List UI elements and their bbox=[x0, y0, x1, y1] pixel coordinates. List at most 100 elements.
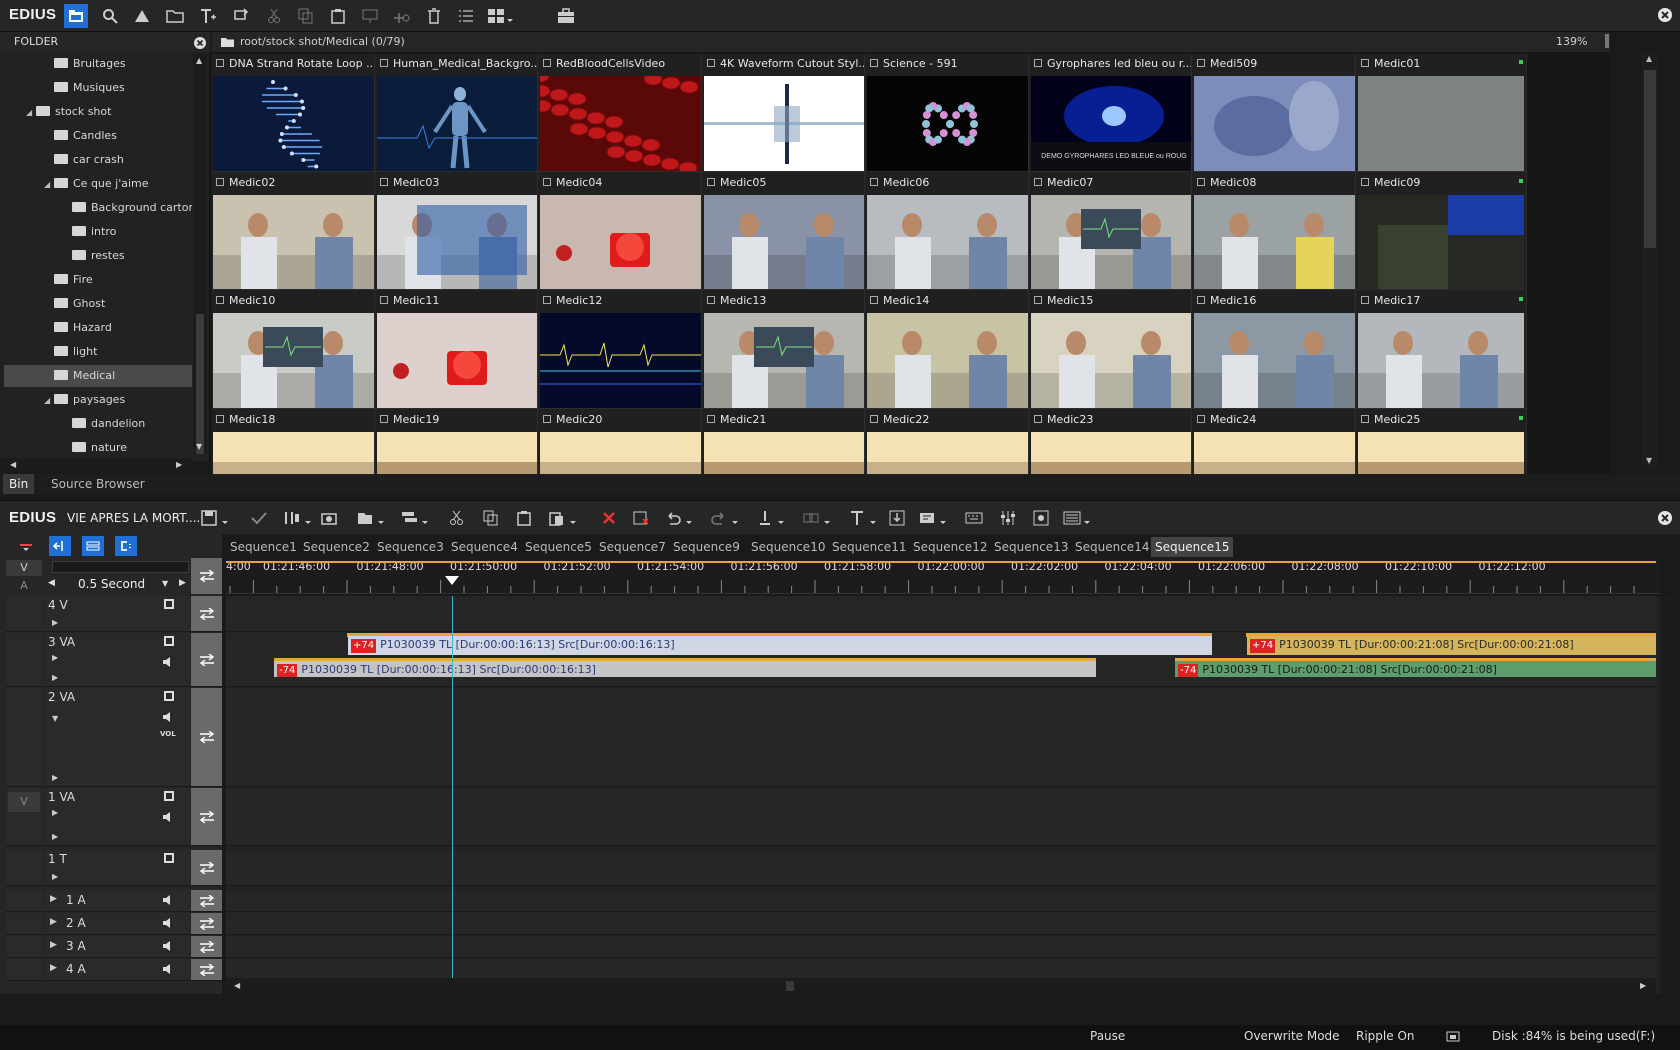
clip-item[interactable]: Medi509 bbox=[1191, 54, 1363, 177]
open-folder-icon[interactable] bbox=[163, 4, 187, 28]
tree-item-bruitages[interactable]: Bruitages bbox=[4, 53, 192, 75]
delete-clip-icon[interactable] bbox=[598, 506, 622, 530]
track-patch[interactable] bbox=[6, 596, 42, 632]
speaker-icon[interactable] bbox=[163, 964, 173, 974]
timeline-close-icon[interactable] bbox=[1656, 509, 1674, 527]
track-sync-button[interactable] bbox=[191, 633, 222, 687]
tree-item-ghost[interactable]: Ghost bbox=[4, 293, 192, 315]
tree-item-medical[interactable]: Medical bbox=[4, 365, 192, 387]
add-to-timeline-icon[interactable] bbox=[390, 4, 414, 28]
track-header-2a[interactable]: ▶ 2 A bbox=[44, 913, 190, 935]
patch-v-button[interactable]: V bbox=[6, 560, 42, 576]
tree-item-musiques[interactable]: Musiques bbox=[4, 77, 192, 99]
tab-sequence13[interactable]: Sequence13 bbox=[990, 537, 1072, 557]
clip-checkbox[interactable] bbox=[1361, 296, 1369, 304]
speaker-icon[interactable] bbox=[163, 918, 173, 928]
redo-icon[interactable] bbox=[710, 506, 740, 530]
timeline-copy-icon[interactable] bbox=[480, 506, 504, 530]
tree-scrollbar[interactable]: ▲ ▼ bbox=[193, 54, 207, 454]
track-header-1t[interactable]: 1 T ▶ bbox=[44, 850, 190, 886]
timeline-vscrollbar[interactable] bbox=[1660, 596, 1674, 994]
up-folder-icon[interactable] bbox=[130, 4, 154, 28]
clip-item[interactable]: Medic06 bbox=[864, 171, 1036, 296]
save-icon[interactable] bbox=[200, 506, 230, 530]
marker-icon[interactable] bbox=[756, 506, 786, 530]
track-collapse-icon[interactable] bbox=[14, 537, 38, 555]
tree-item-restes[interactable]: restes bbox=[4, 245, 192, 267]
expand-arrow-icon[interactable]: ◢ bbox=[44, 174, 54, 195]
tl-scroll-right-icon[interactable]: ▶ bbox=[1640, 981, 1646, 990]
lane-1t[interactable] bbox=[226, 850, 1656, 886]
folder-close-icon[interactable] bbox=[191, 34, 209, 52]
clip-checkbox[interactable] bbox=[543, 178, 551, 186]
playhead-line[interactable] bbox=[452, 596, 453, 994]
mixer-icon[interactable] bbox=[996, 506, 1020, 530]
clip-item[interactable]: Medic25 bbox=[1355, 408, 1527, 474]
clip-checkbox[interactable] bbox=[1197, 296, 1205, 304]
expand-icon[interactable]: ▶ bbox=[52, 773, 58, 782]
track-patch[interactable] bbox=[6, 850, 42, 886]
tree-item-paysages[interactable]: ◢ paysages bbox=[4, 389, 192, 411]
expand-arrow-icon[interactable]: ◢ bbox=[26, 102, 36, 123]
send-to-player-icon[interactable] bbox=[358, 4, 382, 28]
zoom-slider[interactable] bbox=[1605, 34, 1609, 48]
timeline-tracks[interactable]: +74 P1030039 TL [Dur:00:00:16:13] Src[Dur… bbox=[226, 596, 1660, 994]
expand-icon[interactable]: ▶ bbox=[50, 940, 57, 950]
clip-checkbox[interactable] bbox=[543, 296, 551, 304]
clip-checkbox[interactable] bbox=[1034, 178, 1042, 186]
clip-item[interactable]: Medic09 bbox=[1355, 171, 1527, 296]
clip-item[interactable]: Medic15 bbox=[1028, 289, 1200, 414]
track-patch[interactable] bbox=[6, 633, 42, 687]
track-sync-button[interactable] bbox=[191, 688, 222, 787]
scale-dropdown-icon[interactable]: ▼ bbox=[162, 579, 168, 588]
clip-item[interactable]: 4K Waveform Cutout Styl... bbox=[701, 54, 873, 177]
clip-item[interactable]: Medic19 bbox=[374, 408, 546, 474]
clip-checkbox[interactable] bbox=[380, 415, 388, 423]
tree-item-intro[interactable]: intro bbox=[4, 221, 192, 243]
speaker-icon[interactable] bbox=[163, 712, 173, 722]
clip-item[interactable]: Medic18 bbox=[212, 408, 382, 474]
timeline-clip-audio-1[interactable]: -74 P1030039 TL [Dur:00:00:16:13] Src[Dur… bbox=[274, 658, 1096, 677]
clip-item[interactable]: Medic16 bbox=[1191, 289, 1363, 414]
video-mute-icon[interactable] bbox=[164, 636, 174, 646]
clip-item[interactable]: Medic22 bbox=[864, 408, 1036, 474]
track-header-3a[interactable]: ▶ 3 A bbox=[44, 936, 190, 958]
ripple-delete-icon[interactable] bbox=[630, 506, 654, 530]
lane-1va[interactable] bbox=[226, 788, 1656, 846]
clip-checkbox[interactable] bbox=[216, 178, 224, 186]
scale-left-icon[interactable]: ◀ bbox=[48, 578, 55, 588]
track-sync-button[interactable] bbox=[191, 890, 222, 912]
tab-sequence12[interactable]: Sequence12 bbox=[909, 537, 991, 557]
scroll-right-icon[interactable]: ▶ bbox=[176, 460, 182, 469]
clip-item[interactable]: Medic12 bbox=[537, 289, 709, 414]
timeline-cut-icon[interactable] bbox=[446, 506, 470, 530]
folder-view-icon[interactable] bbox=[64, 4, 88, 28]
tl-scroll-left-icon[interactable]: ◀ bbox=[234, 981, 240, 990]
lane-3a[interactable] bbox=[226, 936, 1656, 958]
clip-scroll-up-icon[interactable]: ▲ bbox=[1646, 54, 1652, 63]
replace-icon[interactable] bbox=[229, 4, 253, 28]
expand-icon[interactable]: ▶ bbox=[52, 808, 58, 817]
clip-checkbox[interactable] bbox=[1361, 178, 1369, 186]
lane-1a[interactable] bbox=[226, 890, 1656, 912]
clip-item[interactable]: Medic08 bbox=[1191, 171, 1363, 296]
clip-item[interactable]: RedBloodCellsVideo bbox=[537, 54, 709, 177]
insert-mode-icon[interactable] bbox=[49, 536, 71, 556]
open-sequence-icon[interactable] bbox=[356, 506, 386, 530]
expand-arrow-icon[interactable]: ◢ bbox=[44, 390, 54, 411]
track-sync-button[interactable] bbox=[191, 913, 222, 935]
clip-scroll-thumb[interactable] bbox=[1644, 70, 1656, 248]
clip-checkbox[interactable] bbox=[707, 415, 715, 423]
list-view-icon[interactable] bbox=[454, 4, 478, 28]
tree-item-light[interactable]: light bbox=[4, 341, 192, 363]
expand-icon[interactable]: ▶ bbox=[52, 673, 58, 682]
track-sync-button[interactable] bbox=[191, 596, 222, 632]
tree-item-fire[interactable]: Fire bbox=[4, 269, 192, 291]
delete-icon[interactable] bbox=[422, 4, 446, 28]
add-track-icon[interactable] bbox=[400, 506, 430, 530]
sync-lock-icon[interactable] bbox=[82, 536, 104, 556]
clip-checkbox[interactable] bbox=[216, 415, 224, 423]
toolbox-icon[interactable] bbox=[554, 4, 578, 28]
timeline-clip-video-2[interactable]: +74 P1030039 TL [Dur:00:00:21:08] Src[Dur… bbox=[1247, 636, 1656, 655]
clip-checkbox[interactable] bbox=[870, 59, 878, 67]
